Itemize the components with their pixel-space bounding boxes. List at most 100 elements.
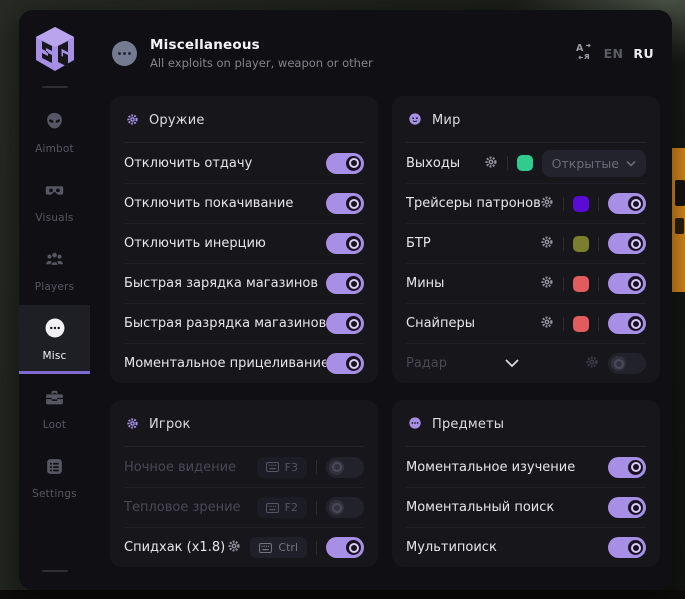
lang-en-button[interactable]: EN xyxy=(604,46,624,61)
sidebar-item-loot[interactable]: Loot xyxy=(19,374,90,443)
sidebar-nav: Aimbot Visuals xyxy=(19,98,90,512)
color-swatch[interactable] xyxy=(573,316,589,332)
gear-icon[interactable] xyxy=(484,154,498,173)
players-icon xyxy=(44,249,65,274)
row-instant-search: Моментальный поиск xyxy=(406,487,646,527)
toggle-switch[interactable] xyxy=(326,233,364,254)
color-swatch[interactable] xyxy=(573,276,589,292)
svg-text:я: я xyxy=(584,52,590,61)
row-exits: Выходы Открытые xyxy=(406,143,646,183)
section-world: Мир Выходы Открытые xyxy=(392,96,660,383)
content: Miscellaneous All exploits on player, we… xyxy=(90,10,672,590)
gear-icon[interactable] xyxy=(540,274,554,293)
keybind-badge[interactable]: Ctrl xyxy=(250,537,307,558)
sidebar-item-misc[interactable]: Misc xyxy=(19,305,90,374)
background-ground xyxy=(0,590,685,599)
section-title: Оружие xyxy=(149,113,205,128)
page-title: Miscellaneous xyxy=(150,37,373,53)
sidebar-item-label: Aimbot xyxy=(35,143,74,155)
toolbox-icon xyxy=(44,387,65,412)
sidebar-item-label: Players xyxy=(35,281,75,293)
sidebar-item-label: Visuals xyxy=(35,212,73,224)
keyboard-icon xyxy=(266,503,279,513)
sidebar-divider xyxy=(42,86,68,88)
row-btr: БТР xyxy=(406,223,646,263)
toggle-switch[interactable] xyxy=(326,537,364,558)
items-icon xyxy=(408,415,422,434)
sidebar: Aimbot Visuals xyxy=(19,10,90,590)
misc-circle-icon xyxy=(112,41,137,66)
sidebar-item-visuals[interactable]: Visuals xyxy=(19,167,90,236)
svg-text:A: A xyxy=(576,43,584,54)
gear-icon[interactable] xyxy=(585,354,599,373)
background-orange-sign xyxy=(672,148,685,292)
toggle-switch[interactable] xyxy=(326,193,364,214)
color-swatch[interactable] xyxy=(573,196,589,212)
row-no-sway: Отключить покачивание xyxy=(124,183,364,223)
toggle-switch[interactable] xyxy=(326,313,364,334)
app-logo-icon xyxy=(32,24,78,74)
section-title: Предметы xyxy=(432,417,504,432)
row-bullet-tracers: Трейсеры патронов xyxy=(406,183,646,223)
row-radar: Радар xyxy=(406,343,646,383)
gear-icon[interactable] xyxy=(227,538,241,557)
toggle-switch[interactable] xyxy=(608,457,646,478)
translate-icon: A я xyxy=(575,42,594,65)
sidebar-item-settings[interactable]: Settings xyxy=(19,443,90,512)
alien-icon xyxy=(44,111,65,136)
keyboard-icon xyxy=(259,543,272,553)
toggle-switch[interactable] xyxy=(608,497,646,518)
row-multi-search: Мультипоиск xyxy=(406,527,646,567)
vr-goggles-icon xyxy=(44,180,65,205)
color-swatch[interactable] xyxy=(573,236,589,252)
toggle-switch[interactable] xyxy=(326,153,364,174)
gear-section-icon xyxy=(126,111,139,130)
section-items: Предметы Моментальное изучение Моменталь… xyxy=(392,400,660,567)
gear-icon[interactable] xyxy=(540,234,554,253)
toggle-switch[interactable] xyxy=(326,457,364,478)
gear-icon[interactable] xyxy=(540,194,554,213)
chevron-down-icon xyxy=(626,160,636,167)
toggle-switch[interactable] xyxy=(326,273,364,294)
color-swatch[interactable] xyxy=(517,155,533,171)
section-title: Мир xyxy=(432,113,461,128)
row-snipers: Снайперы xyxy=(406,303,646,343)
exits-dropdown[interactable]: Открытые xyxy=(542,150,646,177)
row-speedhack: Спидхак (x1.8) Ctrl xyxy=(124,527,364,567)
row-instant-ads: Моментальное прицеливание xyxy=(124,343,364,383)
toggle-switch[interactable] xyxy=(608,537,646,558)
row-instant-examine: Моментальное изучение xyxy=(406,447,646,487)
settings-list-icon xyxy=(44,456,65,481)
lang-ru-button[interactable]: RU xyxy=(633,46,654,61)
row-mines: Мины xyxy=(406,263,646,303)
world-icon xyxy=(408,111,422,130)
gear-icon[interactable] xyxy=(540,314,554,333)
toggle-switch[interactable] xyxy=(326,353,364,374)
sidebar-item-label: Loot xyxy=(43,419,66,431)
page-subtitle: All exploits on player, weapon or other xyxy=(150,56,373,70)
row-fast-reload: Быстрая зарядка магазинов xyxy=(124,263,364,303)
cheat-menu-window: Aimbot Visuals xyxy=(19,10,672,590)
section-weapon: Оружие Отключить отдачу Отключить покачи… xyxy=(110,96,378,383)
row-thermal-vision: Тепловое зрение F2 xyxy=(124,487,364,527)
sidebar-item-label: Settings xyxy=(32,488,77,500)
section-title: Игрок xyxy=(149,417,191,432)
toggle-switch[interactable] xyxy=(608,193,646,214)
gear-section-icon xyxy=(126,415,139,434)
row-no-recoil: Отключить отдачу xyxy=(124,143,364,183)
toggle-switch[interactable] xyxy=(608,353,646,374)
sidebar-item-players[interactable]: Players xyxy=(19,236,90,305)
toggle-switch[interactable] xyxy=(326,497,364,518)
sidebar-item-aimbot[interactable]: Aimbot xyxy=(19,98,90,167)
section-player: Игрок Ночное видение F3 xyxy=(110,400,378,567)
keybind-badge[interactable]: F3 xyxy=(257,457,307,478)
row-fast-unload: Быстрая разрядка магазинов xyxy=(124,303,364,343)
toggle-switch[interactable] xyxy=(608,233,646,254)
toggle-switch[interactable] xyxy=(608,313,646,334)
chevron-down-icon[interactable] xyxy=(505,359,519,368)
keybind-badge[interactable]: F2 xyxy=(257,497,307,518)
toggle-switch[interactable] xyxy=(608,273,646,294)
row-no-inertia: Отключить инерцию xyxy=(124,223,364,263)
sidebar-bottom-divider xyxy=(42,570,68,572)
ellipsis-circle-icon xyxy=(44,317,66,343)
